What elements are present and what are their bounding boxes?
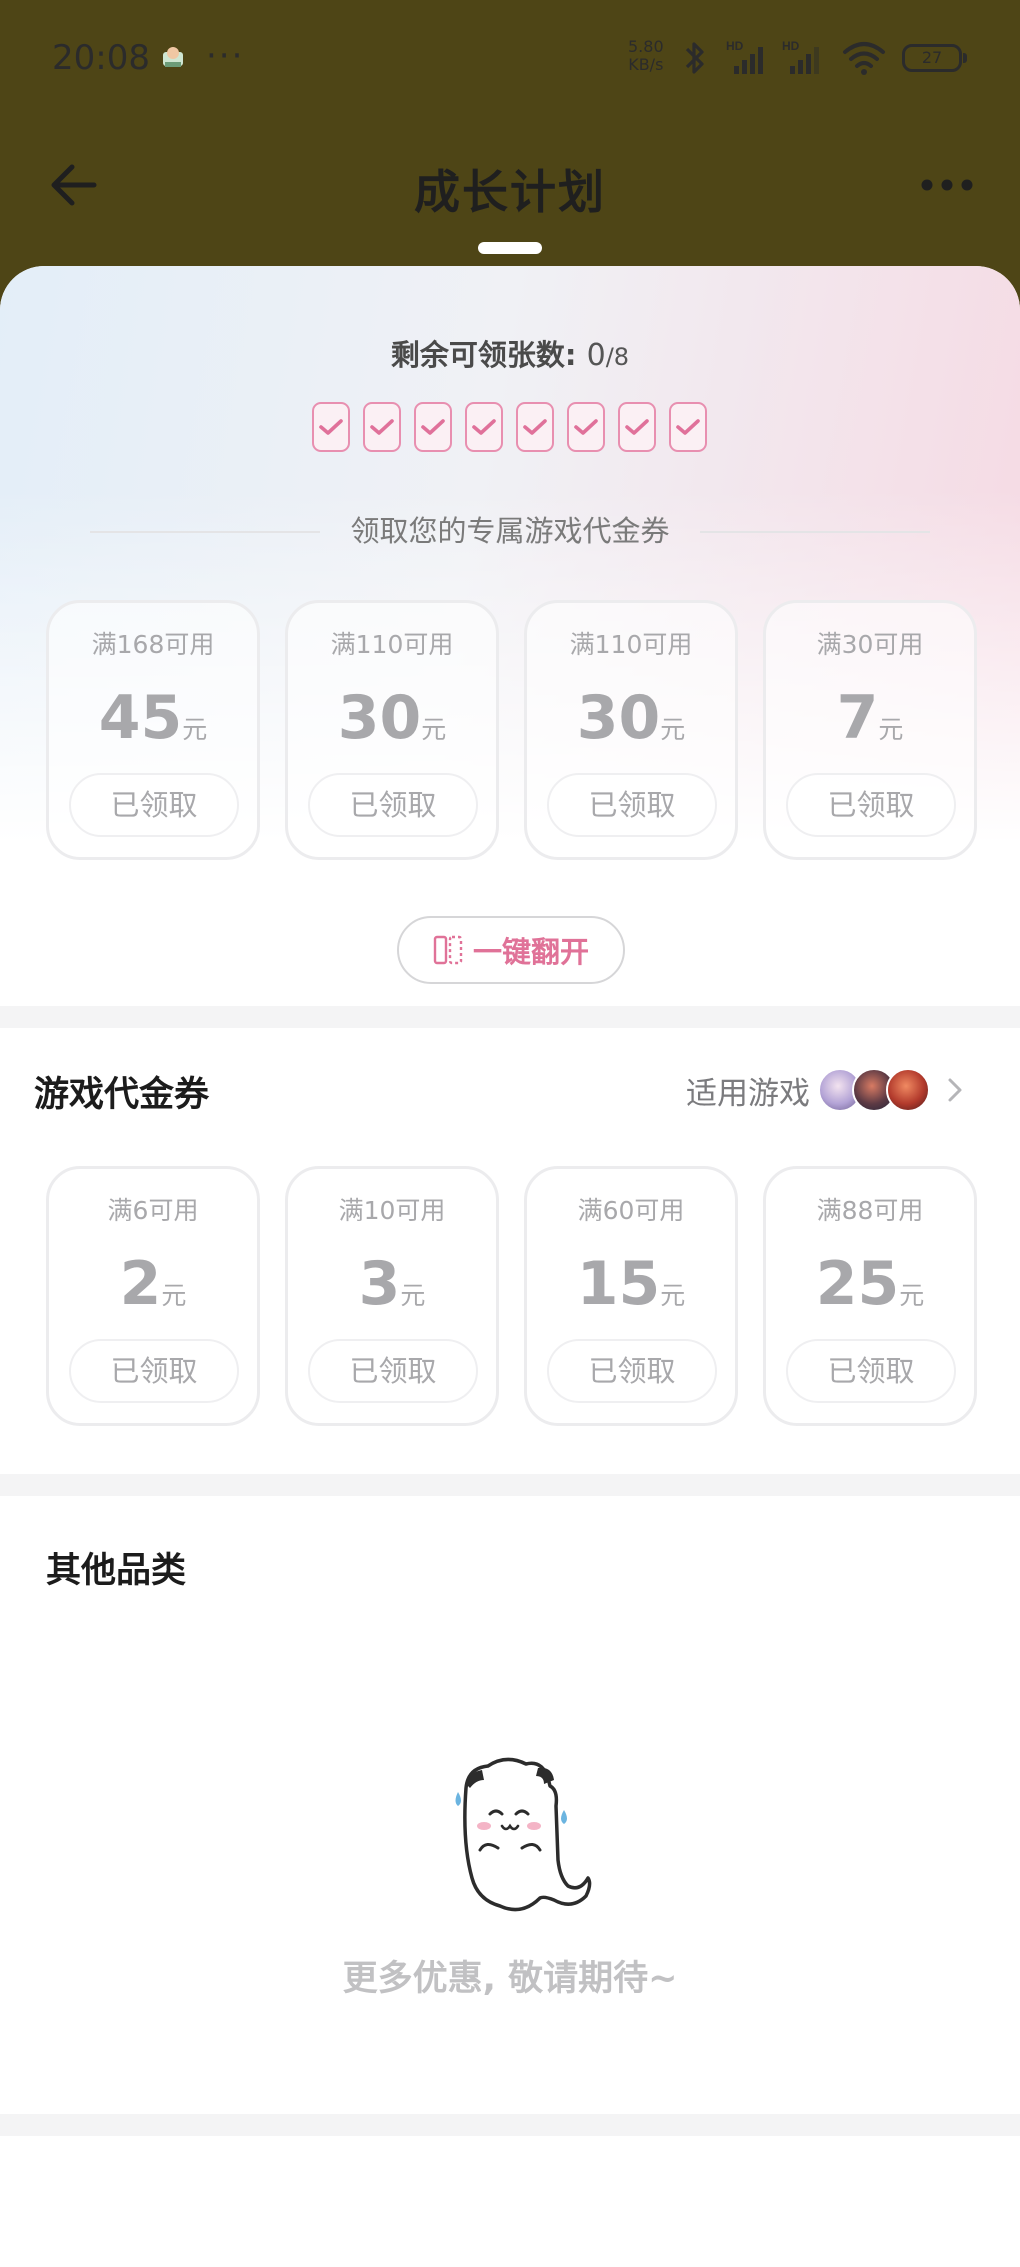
voucher-card[interactable]: 满168可用 45元 已领取 [46,600,260,860]
nav-bar: 成长计划 [0,120,1020,248]
voucher-amount-value: 45 [98,683,183,753]
svg-text:HD: HD [726,39,744,53]
check-icon [669,402,707,452]
claimed-button[interactable]: 已领取 [69,1339,239,1403]
voucher-amount-value: 25 [815,1249,900,1319]
hero-coupon-row: 满168可用 45元 已领取 满110可用 30元 已领取 满110可用 30元… [46,600,977,860]
wifi-icon [843,42,885,75]
voucher-card[interactable]: 满60可用 15元 已领取 [524,1166,738,1426]
claimed-button[interactable]: 已领取 [308,773,478,837]
chevron-right-icon [948,1078,962,1102]
voucher-card[interactable]: 满88可用 25元 已领取 [763,1166,977,1426]
check-icon [363,402,401,452]
voucher-amount-value: 2 [119,1249,162,1319]
growth-hero: 剩余可领张数: 0/8 领取您的专属游戏代金券 满168可用 45元 已领取 满… [0,266,1020,1006]
voucher-amount-value: 15 [576,1249,661,1319]
status-more-dots: ··· [206,36,245,76]
voucher-condition: 满168可用 [91,630,215,659]
voucher-card[interactable]: 满30可用 7元 已领取 [763,600,977,860]
voucher-amount-unit: 元 [161,1281,187,1310]
notification-icon [163,47,183,67]
net-speed-unit: KB/s [628,55,664,74]
claimed-button[interactable]: 已领取 [547,773,717,837]
remaining-total: /8 [605,343,630,371]
voucher-condition: 满6可用 [107,1196,199,1225]
voucher-amount-unit: 元 [899,1281,925,1310]
signal-hd-icon: HD [782,39,819,74]
game-avatar [886,1068,930,1112]
voucher-condition: 满30可用 [816,630,924,659]
voucher-amount-unit: 元 [660,1281,686,1310]
content-sheet: 剩余可领张数: 0/8 领取您的专属游戏代金券 满168可用 45元 已领取 满… [0,266,1020,2267]
voucher-amount: 15元 [527,1249,735,1319]
voucher-card[interactable]: 满10可用 3元 已领取 [285,1166,499,1426]
flip-card-icon [433,935,463,965]
voucher-amount-unit: 元 [400,1281,426,1310]
voucher-condition: 满110可用 [330,630,454,659]
section-separator [0,1474,1020,1496]
applicable-games-label: 适用游戏 [686,1075,810,1112]
voucher-condition: 满60可用 [577,1196,685,1225]
voucher-amount-value: 7 [836,683,879,753]
ghost-mascot-icon [455,1757,592,1912]
check-icon [414,402,452,452]
flip-all-label: 一键翻开 [472,935,589,969]
applicable-games-link[interactable]: 适用游戏 [686,1062,966,1118]
net-speed-value: 5.80 [628,37,664,56]
check-icon [618,402,656,452]
check-icon [567,402,605,452]
check-icon [312,402,350,452]
page-title: 成长计划 [414,165,606,219]
voucher-amount: 3元 [288,1249,496,1319]
claimed-button[interactable]: 已领取 [69,773,239,837]
game-vouchers-title: 游戏代金券 [34,1075,210,1115]
net-speed: 5.80 KB/s [628,38,664,74]
remaining-label: 剩余可领张数: [390,338,587,372]
voucher-amount: 7元 [766,683,974,753]
status-time: 20:08 [52,38,150,78]
svg-text:HD: HD [782,39,800,53]
empty-state-text: 更多优惠, 敬请期待~ [342,1959,678,1999]
voucher-amount-unit: 元 [660,715,686,744]
divider-right [700,531,930,533]
flip-all-button[interactable]: 一键翻开 [397,916,625,984]
other-categories-title: 其他品类 [46,1551,187,1591]
more-horizontal-icon[interactable] [920,178,974,192]
voucher-card[interactable]: 满110可用 30元 已领取 [285,600,499,860]
sheet-drag-handle[interactable] [478,242,542,254]
check-icon [516,402,554,452]
check-icon [465,402,503,452]
section-separator [0,2114,1020,2136]
claimed-button[interactable]: 已领取 [308,1339,478,1403]
bluetooth-icon [685,42,704,74]
claim-progress-ticks [312,402,707,452]
claimed-button[interactable]: 已领取 [547,1339,717,1403]
voucher-amount: 25元 [766,1249,974,1319]
claimed-button[interactable]: 已领取 [786,773,956,837]
voucher-amount: 30元 [288,683,496,753]
remaining-count: 剩余可领张数: 0/8 [0,332,1020,374]
voucher-amount-value: 3 [358,1249,401,1319]
voucher-amount-unit: 元 [421,715,447,744]
section-separator [0,1006,1020,1028]
voucher-amount-value: 30 [576,683,661,753]
voucher-condition: 满110可用 [569,630,693,659]
voucher-condition: 满88可用 [816,1196,924,1225]
claimed-button[interactable]: 已领取 [786,1339,956,1403]
voucher-amount-unit: 元 [878,715,904,744]
status-bar: 20:08 ··· 5.80 KB/s HD HD 27 [0,0,1020,120]
voucher-card[interactable]: 满6可用 2元 已领取 [46,1166,260,1426]
exclusive-voucher-title: 领取您的专属游戏代金券 [350,514,670,548]
voucher-condition: 满10可用 [338,1196,446,1225]
voucher-card[interactable]: 满110可用 30元 已领取 [524,600,738,860]
voucher-amount: 45元 [49,683,257,753]
battery-icon: 27 [902,44,967,72]
voucher-amount-value: 30 [337,683,422,753]
voucher-amount: 2元 [49,1249,257,1319]
remaining-claimed: 0 [586,338,606,373]
signal-hd-icon: HD [726,39,763,74]
voucher-amount: 30元 [527,683,735,753]
voucher-amount-unit: 元 [182,715,208,744]
game-coupon-row: 满6可用 2元 已领取 满10可用 3元 已领取 满60可用 15元 已领取 满… [46,1166,977,1426]
